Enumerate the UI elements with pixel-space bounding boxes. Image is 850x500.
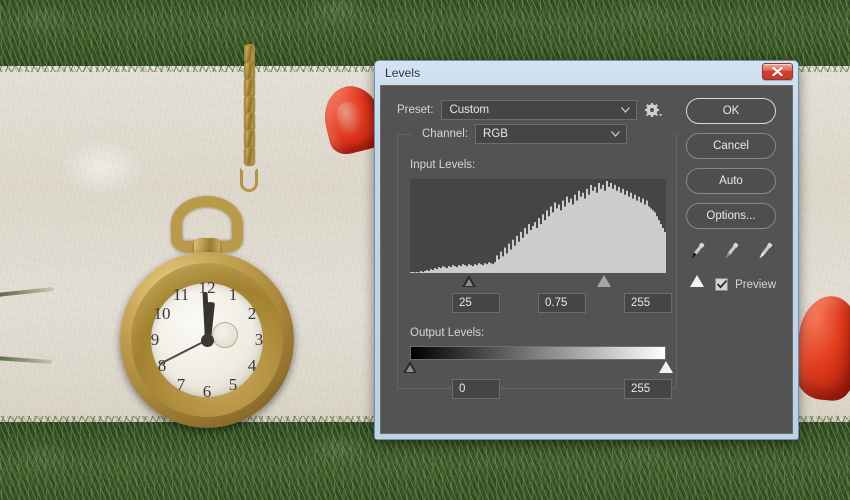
output-white-field[interactable]: 255 <box>624 379 672 399</box>
watch-bezel: 12 1 2 3 4 5 6 7 8 9 10 11 <box>131 263 283 417</box>
pocket-watch: 12 1 2 3 4 5 6 7 8 9 10 11 <box>116 196 298 436</box>
numeral: 2 <box>247 304 257 323</box>
pine-needles-top <box>0 0 850 72</box>
preset-menu-button[interactable] <box>645 101 663 119</box>
output-white-slider[interactable] <box>659 361 673 373</box>
options-button[interactable]: Options... <box>686 203 776 229</box>
input-midtone-field[interactable]: 0.75 <box>538 293 586 313</box>
button-column: OK Cancel Auto Options... <box>686 98 776 238</box>
watch-case: 12 1 2 3 4 5 6 7 8 9 10 11 <box>120 252 294 428</box>
preset-dropdown[interactable]: Custom <box>441 100 638 120</box>
preset-label: Preset: <box>397 104 434 116</box>
output-black-field[interactable]: 0 <box>452 379 500 399</box>
output-levels-label: Output Levels: <box>410 327 485 339</box>
output-levels-fields: 0 255 <box>410 379 672 401</box>
output-black-slider[interactable] <box>403 361 417 373</box>
watch-chain <box>238 44 260 192</box>
histogram <box>410 179 666 273</box>
preview-checkbox[interactable] <box>715 278 729 291</box>
input-levels-slider-track[interactable] <box>410 275 704 289</box>
numeral: 11 <box>172 285 190 304</box>
gray-point-eyedropper-icon[interactable] <box>720 240 742 262</box>
preset-row: Preset: Custom <box>397 100 663 120</box>
dialog-title: Levels <box>385 66 421 80</box>
cancel-button[interactable]: Cancel <box>686 133 776 159</box>
close-button[interactable] <box>762 63 793 80</box>
screen: 12 1 2 3 4 5 6 7 8 9 10 11 Levels Preset… <box>0 0 850 500</box>
channel-value: RGB <box>483 128 508 140</box>
chevron-down-icon <box>619 107 632 113</box>
input-shadow-field[interactable]: 25 <box>452 293 500 313</box>
input-levels-label: Input Levels: <box>410 159 476 171</box>
preview-checkbox-row[interactable]: Preview <box>715 278 776 291</box>
levels-groupbox: Channel: RGB Input Levels: 25 0.75 255 O… <box>397 124 704 399</box>
watch-second-hand <box>160 339 208 365</box>
levels-dialog: Levels Preset: Custom Channel: RGB Input… <box>374 60 799 440</box>
numeral: 10 <box>153 304 171 323</box>
numeral: 1 <box>228 285 238 304</box>
close-x-icon <box>772 67 783 76</box>
numeral: 6 <box>202 382 212 401</box>
histogram-bars <box>410 181 666 273</box>
input-levels-fields: 25 0.75 255 <box>410 293 672 315</box>
dialog-body: Preset: Custom Channel: RGB Input Levels… <box>380 85 793 434</box>
numeral: 4 <box>247 356 257 375</box>
chain-hook <box>240 168 258 192</box>
chain-link <box>243 146 255 166</box>
input-highlight-field[interactable]: 255 <box>624 293 672 313</box>
numeral: 3 <box>254 330 264 349</box>
white-point-eyedropper-icon[interactable] <box>754 240 776 262</box>
watch-dial: 12 1 2 3 4 5 6 7 8 9 10 11 <box>150 278 264 401</box>
channel-row: Channel: RGB <box>418 124 632 144</box>
preview-label: Preview <box>735 278 776 291</box>
watch-subdial <box>211 322 238 349</box>
output-gradient-bar <box>410 346 666 360</box>
chevron-down-icon <box>609 131 622 137</box>
eyedropper-group <box>686 238 776 264</box>
black-point-slider[interactable] <box>462 275 476 287</box>
midtone-slider[interactable] <box>597 275 611 287</box>
numeral: 7 <box>176 375 186 394</box>
numeral: 5 <box>228 375 238 394</box>
gear-icon <box>645 102 663 117</box>
auto-button[interactable]: Auto <box>686 168 776 194</box>
numeral: 9 <box>150 330 160 349</box>
channel-label: Channel: <box>422 128 469 140</box>
checkmark-icon <box>716 280 727 289</box>
output-levels-slider-track[interactable] <box>403 361 673 375</box>
ok-button[interactable]: OK <box>686 98 776 124</box>
black-point-eyedropper-icon[interactable] <box>686 240 708 262</box>
preset-value: Custom <box>449 104 490 116</box>
channel-dropdown[interactable]: RGB <box>475 124 628 144</box>
white-point-slider[interactable] <box>690 275 704 287</box>
watch-minute-hand <box>201 291 210 341</box>
watch-hand-hub <box>200 333 214 347</box>
dialog-titlebar[interactable]: Levels <box>380 61 793 85</box>
